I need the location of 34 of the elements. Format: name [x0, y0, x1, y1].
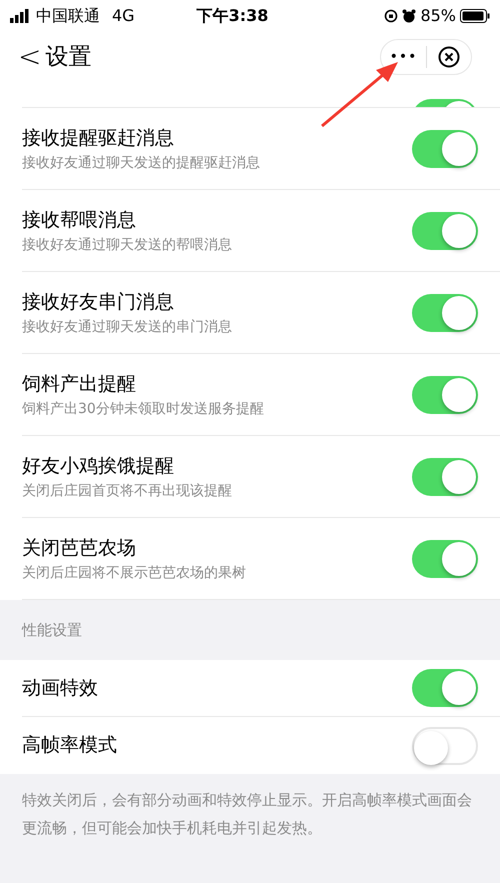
battery-icon	[460, 9, 490, 23]
setting-title: 接收帮喂消息	[22, 208, 137, 232]
toggle-switch[interactable]	[412, 376, 478, 414]
toggle-switch[interactable]	[412, 540, 478, 578]
setting-description: 接收好友通过聊天发送的提醒驱赶消息	[22, 154, 261, 172]
battery-text: 85%	[420, 5, 456, 27]
setting-title: 好友小鸡挨饿提醒	[22, 454, 175, 478]
setting-title: 关闭芭芭农场	[22, 536, 137, 560]
more-button[interactable]: •••	[381, 46, 426, 68]
back-button[interactable]: <	[18, 43, 42, 71]
setting-description: 接收好友通过聊天发送的串门消息	[22, 318, 233, 336]
close-icon	[438, 46, 460, 68]
note-text: 特效关闭后，会有部分动画和特效停止显示。开启高帧率模式画面会更流畅，但可能会加快手机耗电并引起发热。	[21, 790, 473, 839]
setting-title: 高帧率模式	[22, 733, 118, 758]
carrier-text: 中国联通	[36, 5, 100, 27]
setting-description: 饲料产出30分钟未领取时发送服务提醒	[22, 400, 265, 418]
toggle-switch[interactable]	[412, 669, 478, 707]
toggle-switch[interactable]	[412, 130, 478, 168]
section-header: 性能设置	[22, 620, 82, 641]
setting-title: 饲料产出提醒	[22, 372, 137, 396]
toggle-switch[interactable]	[412, 294, 478, 332]
toggle-switch[interactable]	[412, 212, 478, 250]
time-text: 下午3:38	[196, 5, 268, 27]
setting-description: 接收好友通过聊天发送的帮喂消息	[22, 236, 233, 254]
setting-title: 接收好友串门消息	[22, 290, 175, 314]
network-text: 4G	[112, 5, 135, 27]
setting-description: 关闭后庄园首页将不再出现该提醒	[22, 482, 233, 500]
toggle-switch[interactable]	[412, 726, 478, 764]
page-title: 设置	[45, 42, 92, 72]
toggle-switch[interactable]	[412, 458, 478, 496]
rotation-lock-icon	[384, 9, 398, 23]
setting-description: 关闭后庄园将不展示芭芭农场的果树	[22, 564, 247, 582]
setting-title: 动画特效	[22, 676, 99, 701]
setting-title: 接收提醒驱赶消息	[22, 126, 175, 150]
